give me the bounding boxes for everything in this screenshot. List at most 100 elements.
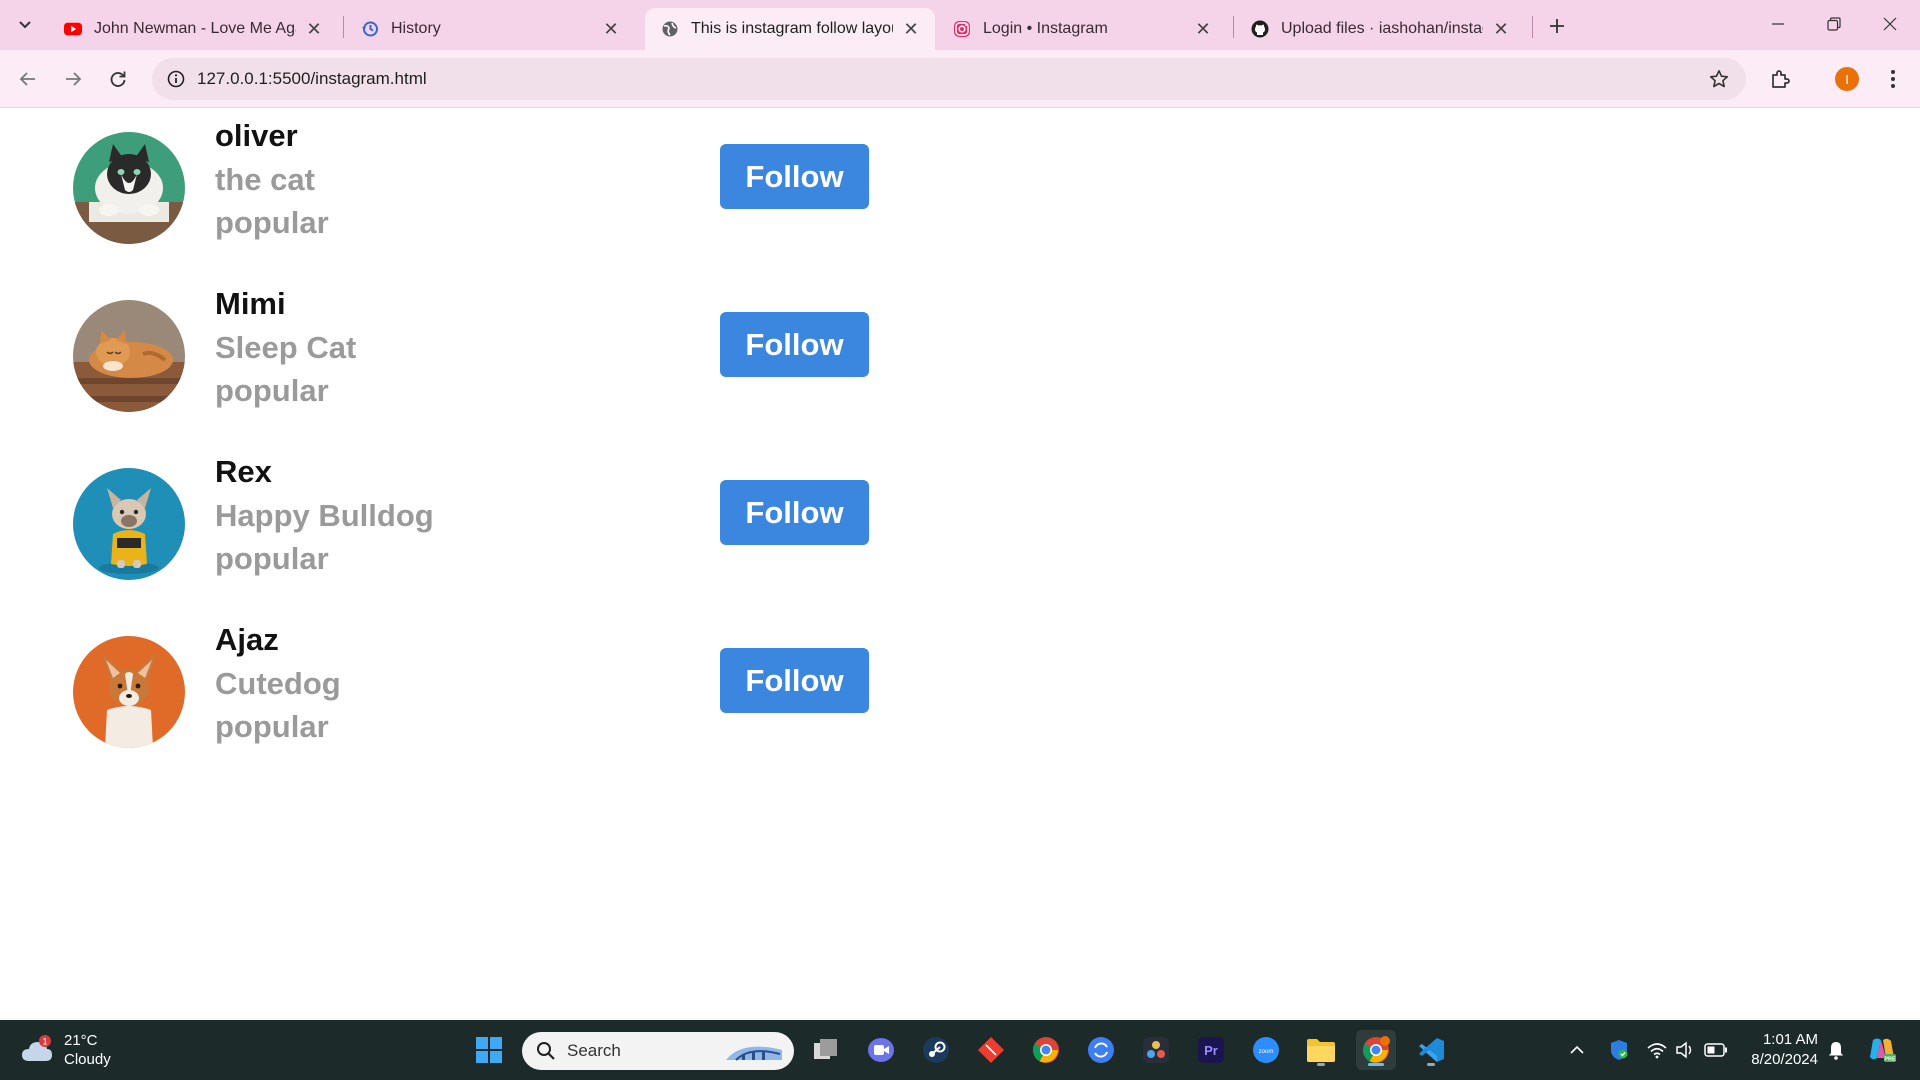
more-vertical-icon — [1891, 70, 1895, 88]
svg-text:zoom: zoom — [1259, 1049, 1274, 1055]
youtube-icon — [64, 20, 82, 38]
zoom-icon[interactable]: zoom — [1246, 1030, 1286, 1070]
arrow-left-icon — [19, 72, 35, 86]
follow-button[interactable]: Follow — [720, 144, 869, 209]
user-status: popular — [215, 205, 329, 240]
close-icon[interactable]: ✕ — [1491, 19, 1511, 39]
new-tab-button[interactable] — [1543, 12, 1571, 40]
chrome-active-icon[interactable] — [1356, 1030, 1396, 1070]
tab-instagram-login[interactable]: Login • Instagram ✕ — [937, 8, 1227, 50]
github-icon — [1251, 20, 1269, 38]
minimize-icon — [1772, 23, 1784, 25]
tab-divider — [343, 16, 344, 38]
clock-time: 1:01 AM — [1762, 1031, 1818, 1048]
show-hidden-icons-button[interactable] — [1565, 1034, 1589, 1066]
clock-date: 8/20/2024 — [1751, 1051, 1818, 1068]
orange-cat-photo-icon — [73, 300, 185, 412]
follow-card: oliver the cat popular Follow — [73, 108, 873, 248]
user-status: popular — [215, 373, 329, 408]
git-icon[interactable] — [971, 1030, 1011, 1070]
weather-badge: 1 — [42, 1037, 47, 1047]
tab-youtube[interactable]: John Newman - Love Me Again ✕ — [48, 8, 338, 50]
cloud-icon: 1 — [22, 1035, 52, 1061]
user-description: Cutedog — [215, 666, 341, 701]
vscode-icon[interactable] — [1411, 1030, 1451, 1070]
instagram-icon — [953, 20, 971, 38]
reload-icon — [110, 71, 126, 87]
arrow-right-icon — [66, 72, 82, 86]
close-icon[interactable]: ✕ — [601, 19, 621, 39]
tab-history[interactable]: History ✕ — [345, 8, 635, 50]
url-text[interactable]: 127.0.0.1:5500/instagram.html — [197, 69, 427, 89]
follow-card: Mimi Sleep Cat popular Follow — [73, 276, 873, 416]
premiere-icon[interactable]: Pr — [1191, 1030, 1231, 1070]
browser-toolbar: 127.0.0.1:5500/instagram.html I — [0, 50, 1920, 108]
chrome-icon[interactable] — [1026, 1030, 1066, 1070]
search-icon — [537, 1042, 555, 1060]
weather-widget[interactable]: 1 21°C Cloudy — [20, 1030, 111, 1070]
close-window-button[interactable] — [1862, 0, 1918, 48]
bulldog-photo-icon — [73, 468, 185, 580]
copilot-icon[interactable]: PRE — [1864, 1034, 1900, 1066]
cat-photo-icon — [73, 132, 185, 244]
restore-icon — [1827, 17, 1841, 31]
task-view-icon[interactable] — [806, 1030, 846, 1070]
tab-instagram-layout[interactable]: This is instagram follow layout ✕ — [645, 8, 935, 50]
sync-icon[interactable] — [1081, 1030, 1121, 1070]
tab-github-upload[interactable]: Upload files · iashohan/instagra ✕ — [1235, 8, 1525, 50]
bookmark-star-icon[interactable] — [1704, 64, 1734, 94]
battery-icon[interactable] — [1701, 1034, 1731, 1066]
security-shield-icon[interactable] — [1605, 1034, 1633, 1066]
restore-button[interactable] — [1806, 0, 1862, 48]
menu-button[interactable] — [1875, 61, 1911, 97]
close-icon[interactable]: ✕ — [304, 19, 324, 39]
history-icon — [361, 20, 379, 38]
taskbar: 1 21°C Cloudy Search Pr zoom 1:01 AM 8/2… — [0, 1020, 1920, 1080]
tab-title: Upload files · iashohan/instagra — [1281, 20, 1483, 37]
follow-card: Ajaz Cutedog popular Follow — [73, 612, 873, 752]
chevron-down-icon — [19, 21, 31, 29]
user-status: popular — [215, 709, 329, 744]
windows-start-icon[interactable] — [469, 1030, 509, 1070]
forward-button[interactable] — [55, 61, 91, 97]
back-button[interactable] — [10, 61, 46, 97]
follow-button[interactable]: Follow — [720, 480, 869, 545]
notification-bell-icon[interactable] — [1823, 1034, 1849, 1066]
username: oliver — [215, 118, 298, 153]
file-explorer-icon[interactable] — [1301, 1030, 1341, 1070]
profile-button[interactable]: I — [1829, 61, 1865, 97]
tab-strip: John Newman - Love Me Again ✕ History ✕ … — [0, 0, 1920, 50]
tab-title: Login • Instagram — [983, 20, 1108, 37]
extensions-button[interactable] — [1763, 61, 1799, 97]
globe-icon — [661, 20, 679, 38]
follow-button[interactable]: Follow — [720, 312, 869, 377]
taskbar-search-input[interactable]: Search — [522, 1032, 794, 1070]
address-bar[interactable]: 127.0.0.1:5500/instagram.html — [152, 58, 1746, 100]
meet-icon[interactable] — [861, 1030, 901, 1070]
volume-icon[interactable] — [1672, 1034, 1700, 1066]
username: Mimi — [215, 286, 286, 321]
username: Ajaz — [215, 622, 279, 657]
user-status: popular — [215, 541, 329, 576]
davinci-icon[interactable] — [1136, 1030, 1176, 1070]
close-icon[interactable]: ✕ — [1193, 19, 1213, 39]
running-indicator — [1427, 1063, 1435, 1066]
puzzle-icon — [1772, 70, 1790, 88]
steam-icon[interactable] — [916, 1030, 956, 1070]
wifi-icon[interactable] — [1643, 1034, 1671, 1066]
weather-condition: Cloudy — [64, 1051, 111, 1068]
close-icon[interactable]: ✕ — [901, 19, 921, 39]
follow-button[interactable]: Follow — [720, 648, 869, 713]
tab-search-button[interactable] — [10, 8, 40, 42]
clock[interactable]: 1:01 AM 8/20/2024 — [1738, 1030, 1818, 1070]
corgi-photo-icon — [73, 636, 185, 748]
tab-divider — [1532, 16, 1533, 38]
reload-button[interactable] — [100, 61, 136, 97]
page-content: oliver the cat popular Follow Mimi Sleep… — [0, 108, 1920, 1020]
search-placeholder: Search — [567, 1041, 621, 1060]
tab-title: John Newman - Love Me Again — [94, 20, 296, 37]
minimize-button[interactable] — [1750, 0, 1806, 48]
close-icon — [1883, 17, 1897, 31]
active-indicator — [1368, 1063, 1384, 1066]
site-info-icon[interactable] — [160, 63, 192, 95]
